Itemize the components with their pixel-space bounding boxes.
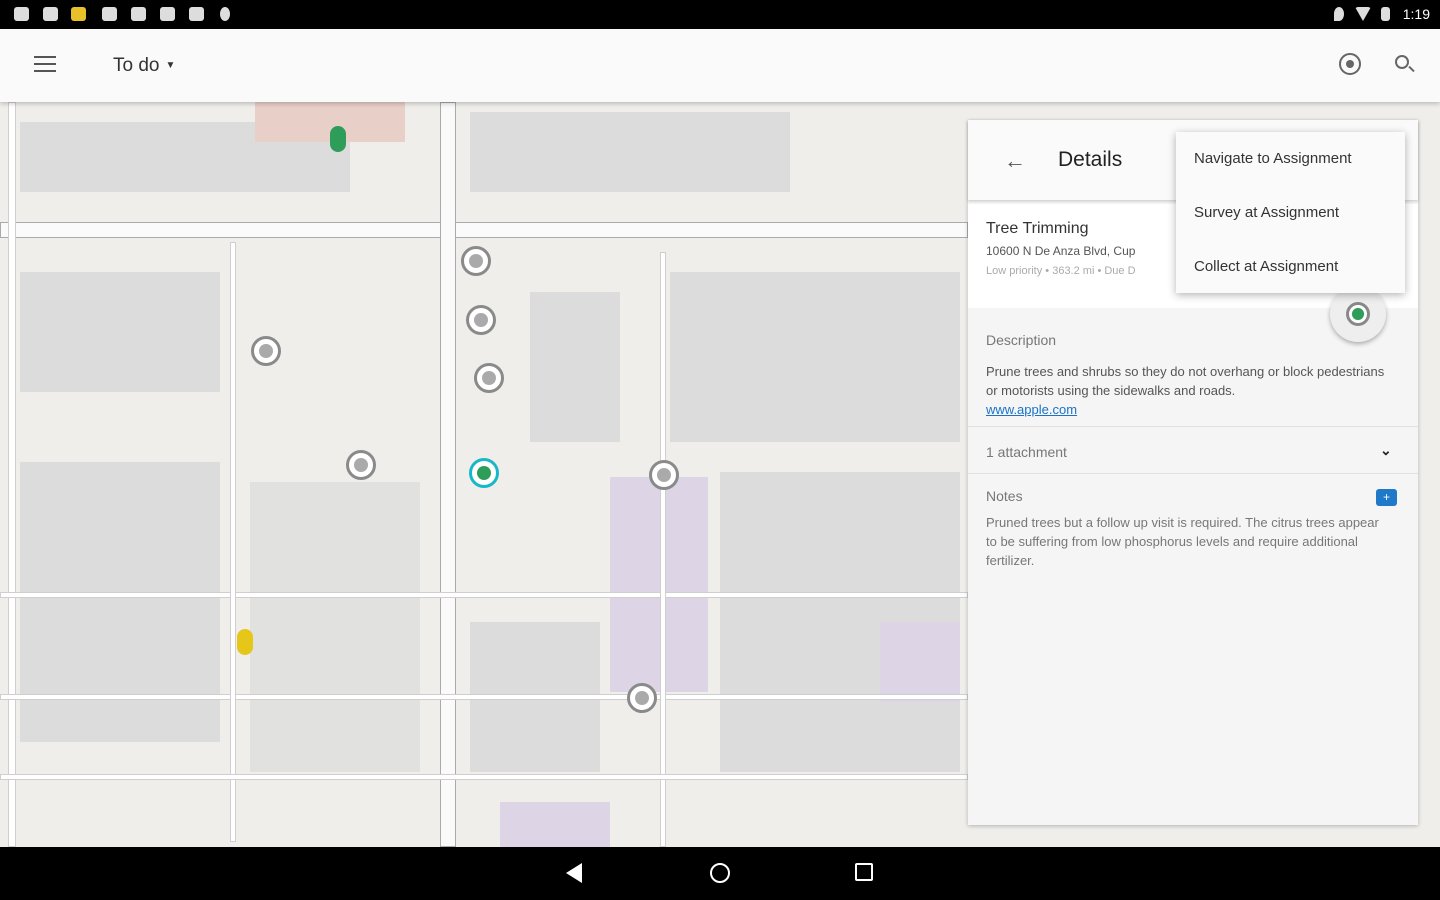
menu-item-collect[interactable]: Collect at Assignment: [1194, 258, 1338, 275]
notes-text: Pruned trees but a follow up visit is re…: [986, 515, 1379, 568]
description-body: Prune trees and shrubs so they do not ov…: [986, 364, 1385, 398]
worker-location-pin-icon[interactable]: [237, 629, 253, 655]
assignment-address: 10600 N De Anza Blvd, Cup: [986, 244, 1136, 258]
lightbulb-icon: [220, 7, 230, 21]
phone-icon: [102, 7, 117, 21]
assignment-status-fab[interactable]: [1330, 286, 1386, 342]
clock: 1:19: [1402, 6, 1430, 22]
assignment-marker[interactable]: [474, 363, 504, 393]
menu-item-survey[interactable]: Survey at Assignment: [1194, 204, 1339, 221]
filter-dropdown[interactable]: To do ▼: [113, 55, 175, 77]
home-icon[interactable]: [710, 863, 730, 883]
assignment-marker[interactable]: [461, 246, 491, 276]
search-icon[interactable]: [1395, 55, 1409, 69]
caret-down-icon: ▼: [165, 60, 176, 72]
overflow-menu: Navigate to Assignment Survey at Assignm…: [1176, 132, 1405, 293]
menu-item-navigate[interactable]: Navigate to Assignment: [1194, 150, 1352, 167]
assignment-marker[interactable]: [627, 683, 657, 713]
hamburger-icon[interactable]: [34, 56, 56, 72]
assignment-marker[interactable]: [251, 336, 281, 366]
back-icon[interactable]: [566, 863, 582, 883]
description-link[interactable]: www.apple.com: [986, 402, 1077, 417]
system-nav-bar: [0, 847, 1440, 900]
wifi-icon: [1355, 7, 1371, 21]
assignment-meta: Low priority • 363.2 mi • Due D: [986, 265, 1136, 277]
assignment-marker[interactable]: [346, 450, 376, 480]
description-label: Description: [986, 332, 1057, 348]
edit-notes-icon[interactable]: +: [1376, 489, 1397, 506]
photos-icon: [189, 7, 204, 21]
app-bar: To do ▼: [0, 29, 1440, 102]
assignment-marker[interactable]: [649, 460, 679, 490]
details-title: Details: [1058, 148, 1123, 171]
recents-icon[interactable]: [855, 863, 873, 881]
attachments-row[interactable]: 1 attachment: [986, 444, 1067, 460]
notes-label: Notes: [986, 488, 1023, 504]
selected-assignment-marker[interactable]: [469, 458, 499, 488]
mail-icon: [43, 7, 58, 21]
worker-location-pin-icon[interactable]: [330, 126, 346, 152]
status-bar: 1:19: [0, 0, 1440, 29]
ticket-icon: [71, 7, 86, 21]
chevron-down-icon[interactable]: ⌄: [1380, 442, 1392, 459]
filter-label: To do: [113, 55, 160, 76]
briefcase-icon: [160, 7, 175, 21]
assignment-name: Tree Trimming: [986, 220, 1089, 237]
back-arrow-icon[interactable]: ←: [1004, 148, 1026, 174]
battery-icon: [1381, 7, 1390, 21]
location-icon: [1334, 7, 1344, 21]
locate-icon[interactable]: [1339, 53, 1361, 75]
notification-icon: [14, 7, 29, 21]
assignment-marker[interactable]: [466, 305, 496, 335]
description-text: Prune trees and shrubs so they do not ov…: [986, 362, 1386, 419]
briefcase-icon: [131, 7, 146, 21]
